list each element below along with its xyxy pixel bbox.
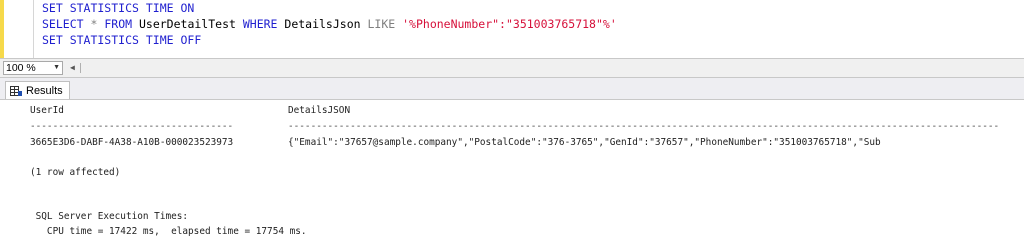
code-token: WHERE [242, 17, 278, 31]
column-separator-userid: ------------------------------------ [30, 121, 234, 132]
query-editor[interactable]: SET STATISTICS TIME ON SELECT * FROM Use… [0, 0, 1024, 58]
code-token: LIKE [367, 17, 396, 31]
execution-times-title: SQL Server Execution Times: [30, 211, 189, 222]
editor-gutter-divider [33, 0, 34, 58]
execution-times-value: CPU time = 17422 ms, elapsed time = 1775… [30, 226, 307, 237]
code-line[interactable]: SELECT * FROM UserDetailTest WHERE Detai… [42, 16, 617, 32]
column-header-detailsjson: DetailsJSON [288, 105, 351, 116]
results-grid-icon [10, 85, 22, 96]
code-token: FROM [104, 17, 133, 31]
result-cell-detailsjson[interactable]: {"Email":"37657@sample.company","PostalC… [288, 136, 881, 150]
code-token: '%PhoneNumber":"351003765718"%' [402, 17, 617, 31]
results-tab-bar: Results [0, 78, 1024, 100]
code-token: SET STATISTICS TIME ON [42, 1, 195, 15]
code-line[interactable]: SET STATISTICS TIME OFF [42, 32, 201, 48]
code-token: SELECT [42, 17, 84, 31]
column-header-userid: UserId [30, 105, 64, 116]
horizontal-scrollbar[interactable]: ◀ [68, 61, 1020, 75]
code-line[interactable]: SET STATISTICS TIME ON [42, 0, 194, 16]
code-token: UserDetailTest [132, 17, 243, 31]
zoom-scroll-bar: 100 % ▼ ◀ [0, 58, 1024, 78]
scrollbar-divider [80, 63, 81, 73]
rows-affected-message: (1 row affected) [30, 167, 121, 178]
chevron-down-icon[interactable]: ▼ [53, 62, 60, 74]
zoom-value: 100 % [6, 62, 36, 74]
column-separator-detailsjson: ----------------------------------------… [288, 121, 1000, 132]
tab-results[interactable]: Results [5, 81, 70, 99]
results-pane[interactable]: UserId DetailsJSON ---------------------… [0, 100, 1024, 240]
tab-results-label: Results [26, 84, 63, 97]
code-token: DetailsJson [277, 17, 368, 31]
result-cell-userid[interactable]: 3665E3D6-DABF-4A38-A10B-000023523973 [30, 136, 233, 150]
code-token: SET STATISTICS TIME OFF [42, 33, 202, 47]
zoom-select[interactable]: 100 % ▼ [3, 61, 63, 75]
change-marker [0, 0, 4, 58]
scroll-left-icon[interactable]: ◀ [70, 61, 75, 75]
